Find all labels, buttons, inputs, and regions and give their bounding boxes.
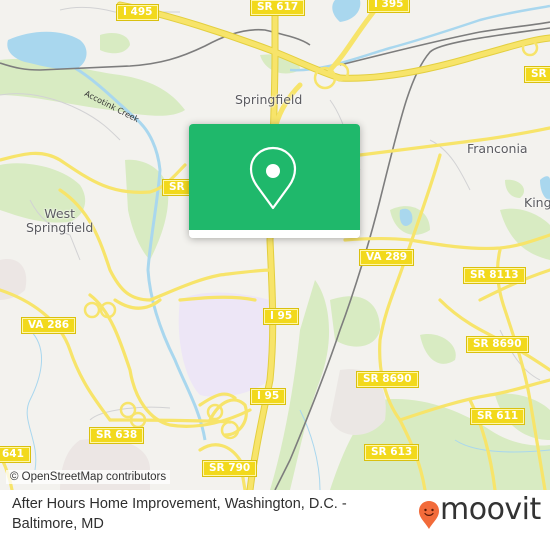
road-shield-sr611: SR 611 bbox=[469, 408, 526, 425]
moovit-wordmark: moovit bbox=[440, 492, 541, 527]
place-label-kingstowne: King bbox=[524, 195, 550, 210]
road-shield-i495: I 495 bbox=[115, 4, 160, 21]
road-shield-sr617: SR 617 bbox=[249, 0, 306, 16]
place-label-franconia: Franconia bbox=[467, 141, 528, 156]
road-shield-va289: VA 289 bbox=[358, 249, 415, 266]
place-label-springfield: Springfield bbox=[235, 92, 303, 107]
road-shield-sr790: SR 790 bbox=[201, 460, 258, 477]
map-canvas bbox=[0, 0, 550, 490]
moovit-logo[interactable]: moovit bbox=[418, 490, 548, 540]
road-shield-va286: VA 286 bbox=[20, 317, 77, 334]
popup-header bbox=[189, 124, 360, 230]
road-shield-sr8113: SR 8113 bbox=[463, 267, 526, 284]
moovit-pin-icon bbox=[419, 501, 439, 529]
road-shield-i95-a: I 95 bbox=[262, 308, 300, 325]
road-shield-sr638: SR 638 bbox=[88, 427, 145, 444]
road-shield-sr641: 641 bbox=[0, 446, 31, 463]
map-attribution[interactable]: © OpenStreetMap contributors bbox=[6, 470, 171, 484]
land-areas bbox=[0, 259, 386, 490]
take-me-there-button[interactable]: Take me there bbox=[189, 230, 360, 238]
road-shield-i395: I 395 bbox=[366, 0, 411, 13]
footer: After Hours Home Improvement, Washington… bbox=[0, 490, 550, 550]
road-shield-i95-b: I 95 bbox=[249, 388, 287, 405]
map[interactable]: Springfield Franconia West Springfield K… bbox=[0, 0, 550, 490]
business-title: After Hours Home Improvement, Washington… bbox=[12, 496, 347, 532]
map-pin-icon bbox=[249, 146, 297, 210]
road-shield-sr-top-right: SR 6 bbox=[524, 66, 550, 83]
road-shield-sr613: SR 613 bbox=[363, 444, 420, 461]
road-shield-sr8690-a: SR 8690 bbox=[466, 336, 529, 353]
place-label-west-springfield: West Springfield bbox=[26, 206, 94, 235]
location-popup: Take me there bbox=[189, 124, 360, 238]
road-shield-sr8690-b: SR 8690 bbox=[356, 371, 419, 388]
